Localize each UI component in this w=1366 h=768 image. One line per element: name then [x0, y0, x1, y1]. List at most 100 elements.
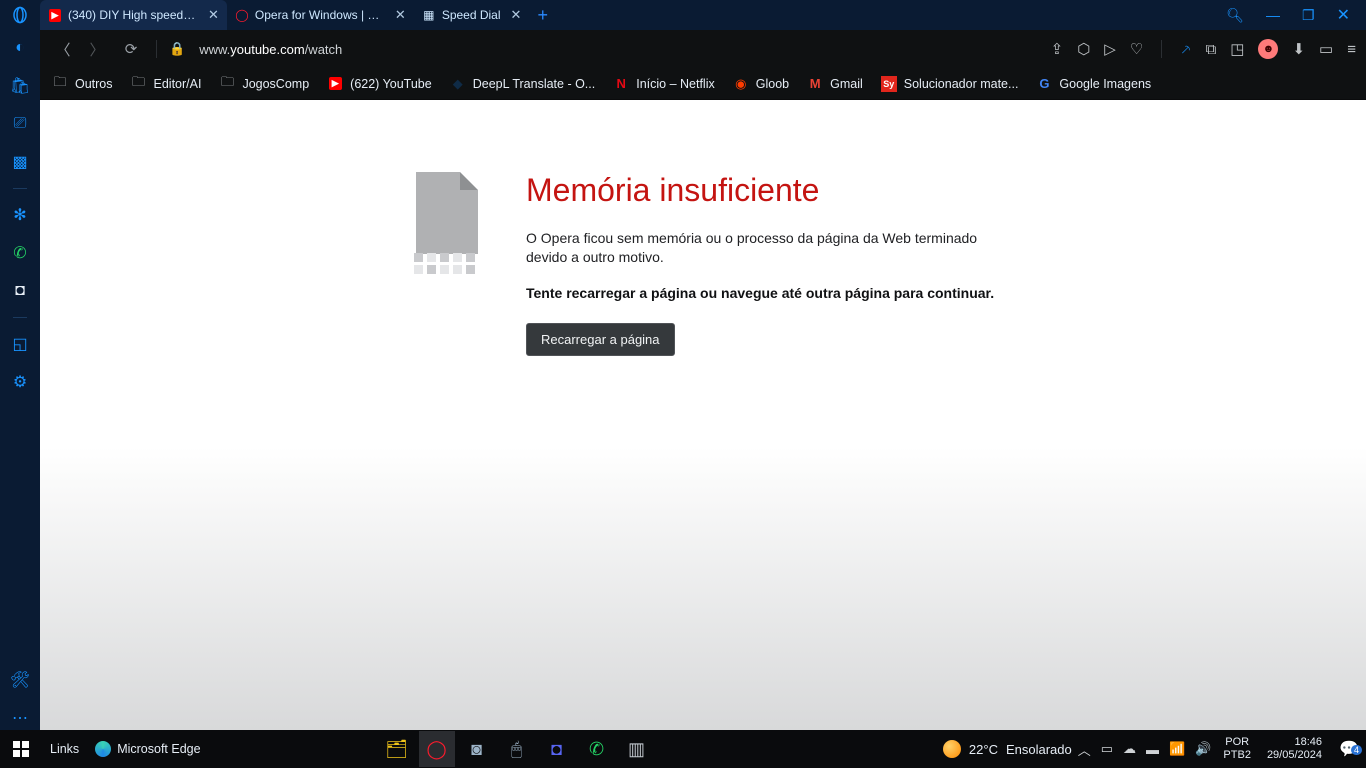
edge-label: Microsoft Edge: [117, 742, 200, 756]
taskbar-links[interactable]: Links: [42, 730, 87, 768]
heart-icon[interactable]: ♡: [1130, 40, 1143, 58]
folder-icon: 🗀: [52, 76, 68, 92]
bookmark-gloob[interactable]: ◉Gloob: [733, 76, 789, 92]
bookmark-label: Outros: [75, 77, 113, 91]
url-prefix: www.: [199, 42, 230, 57]
new-tab-button[interactable]: +: [529, 5, 556, 26]
tab-strip: ▶ (340) DIY High speed elect ✕ ◯ Opera f…: [40, 0, 556, 30]
app-icon[interactable]: ▥: [619, 731, 655, 767]
opera-logo-icon[interactable]: [0, 6, 40, 24]
discord-taskbar-icon[interactable]: ◘: [539, 731, 575, 767]
tray-icon-2[interactable]: ▬: [1146, 742, 1159, 757]
mouse-icon[interactable]: 🖱: [499, 731, 535, 767]
chevron-up-icon[interactable]: ︿: [1078, 740, 1091, 759]
folder-icon: 🗀: [219, 76, 235, 92]
address-bar[interactable]: www.youtube.com/watch: [199, 42, 1042, 57]
send-icon[interactable]: ▷: [1104, 40, 1116, 58]
settings-icon[interactable]: ⚙: [8, 370, 32, 394]
windows-taskbar: Links Microsoft Edge 🗂 ◯ ◙ 🖱 ◘ ✆ ▥ 22°C …: [0, 730, 1366, 768]
error-message: O Opera ficou sem memória ou o processo …: [526, 229, 1006, 267]
deepl-icon: ◆: [450, 76, 466, 92]
bookmark-label: Editor/AI: [154, 77, 202, 91]
toolbar: 〈 〉 ⟳ 🔒 www.youtube.com/watch ⇪ ⬡ ▷ ♡ ⸕ …: [40, 30, 1366, 68]
cube-icon[interactable]: ◱: [8, 332, 32, 356]
menu-icon[interactable]: ≡: [1347, 41, 1356, 58]
bookmark-label: Google Imagens: [1059, 77, 1151, 91]
speed-icon[interactable]: ◐: [8, 36, 32, 60]
whatsapp-icon[interactable]: ✆: [8, 241, 32, 265]
tab-title: (340) DIY High speed elect: [68, 8, 198, 22]
close-icon[interactable]: ✕: [395, 7, 406, 23]
onedrive-icon[interactable]: ☁: [1123, 741, 1136, 757]
bookmark-label: Gmail: [830, 77, 863, 91]
forward-button[interactable]: 〉: [84, 36, 110, 62]
maximize-icon[interactable]: ❐: [1302, 7, 1315, 24]
shop-icon[interactable]: 🛍: [8, 74, 32, 98]
weather-widget[interactable]: 22°C Ensolarado: [943, 740, 1072, 758]
pip-icon[interactable]: ⧉: [1206, 41, 1217, 58]
volume-icon[interactable]: 🔊: [1195, 741, 1211, 757]
youtube-icon: ▶: [327, 76, 343, 92]
opera-taskbar-icon[interactable]: ◯: [419, 731, 455, 767]
system-tray[interactable]: ︿ ▭ ☁ ▬ 📶 🔊: [1072, 740, 1218, 759]
twitch-icon[interactable]: ⎚: [8, 112, 32, 136]
bookmark-editor-ai[interactable]: 🗀Editor/AI: [131, 76, 202, 92]
tab-2[interactable]: ◯ Opera for Windows | Opera ✕: [227, 0, 414, 30]
lock-icon[interactable]: 🔒: [169, 41, 185, 57]
tab-title: Opera for Windows | Opera: [255, 8, 385, 22]
bookmark-label: Início – Netflix: [636, 77, 715, 91]
edge-icon: [95, 741, 111, 757]
chip-icon[interactable]: ▩: [8, 150, 32, 174]
avatar[interactable]: ☻: [1258, 39, 1278, 59]
close-icon[interactable]: ✕: [208, 7, 219, 23]
search-icon[interactable]: 🔍︎: [1226, 7, 1244, 24]
taskbar-apps: 🗂 ◯ ◙ 🖱 ◘ ✆ ▥: [379, 731, 655, 767]
netflix-icon: N: [613, 76, 629, 92]
battery-icon[interactable]: ▭: [1319, 40, 1333, 58]
wifi-icon[interactable]: 📶: [1169, 741, 1185, 757]
bookmark-google-imagens[interactable]: GGoogle Imagens: [1036, 76, 1151, 92]
error-title: Memória insuficiente: [526, 172, 1006, 209]
bookmark-jogoscomp[interactable]: 🗀 JogosComp: [219, 76, 309, 92]
back-button[interactable]: 〈: [50, 36, 76, 62]
taskbar-edge[interactable]: Microsoft Edge: [87, 730, 208, 768]
notifications-button[interactable]: 💬 4: [1332, 739, 1366, 759]
tools-icon[interactable]: 🛠: [8, 668, 32, 692]
error-hint: Tente recarregar a página ou navegue até…: [526, 285, 1006, 301]
close-window-icon[interactable]: ✕: [1337, 5, 1350, 25]
tab-1[interactable]: ▶ (340) DIY High speed elect ✕: [40, 0, 227, 30]
bookmark-netflix[interactable]: N Início – Netflix: [613, 76, 715, 92]
window-controls: 🔍︎ — ❐ ✕: [1210, 5, 1366, 25]
share-icon[interactable]: ⇪: [1051, 40, 1064, 58]
explorer-icon[interactable]: 🗂: [379, 731, 415, 767]
start-button[interactable]: [0, 741, 42, 757]
bookmark-outros[interactable]: 🗀 Outros: [52, 76, 113, 92]
bookmark-label: Solucionador mate...: [904, 77, 1019, 91]
cast-icon[interactable]: ⸕: [1180, 39, 1191, 59]
ai-icon[interactable]: ✻: [8, 203, 32, 227]
language-indicator[interactable]: POR PTB2: [1217, 736, 1257, 761]
shield-icon[interactable]: ⬡: [1077, 40, 1090, 58]
clock[interactable]: 18:46 29/05/2024: [1257, 736, 1332, 761]
steam-icon[interactable]: ◙: [459, 731, 495, 767]
bookmark-gmail[interactable]: M Gmail: [807, 76, 863, 92]
bookmark-label: JogosComp: [242, 77, 309, 91]
bookmark-solucionador[interactable]: Sy Solucionador mate...: [881, 76, 1019, 92]
whatsapp-taskbar-icon[interactable]: ✆: [579, 731, 615, 767]
bookmark-deepl[interactable]: ◆DeepL Translate - O...: [450, 76, 596, 92]
tab-title: Speed Dial: [442, 8, 501, 22]
bookmark-youtube[interactable]: ▶(622) YouTube: [327, 76, 432, 92]
close-icon[interactable]: ✕: [511, 7, 522, 23]
download-icon[interactable]: ⬇: [1292, 40, 1305, 58]
sy-icon: Sy: [881, 76, 897, 92]
cube2-icon[interactable]: ◳: [1230, 40, 1244, 58]
reload-button[interactable]: ⟳: [118, 36, 144, 62]
gloob-icon: ◉: [733, 76, 749, 92]
minimize-icon[interactable]: —: [1266, 7, 1280, 23]
more-icon[interactable]: ⋯: [8, 706, 32, 730]
tab-3[interactable]: ▦ Speed Dial ✕: [414, 0, 530, 30]
tray-icon[interactable]: ▭: [1101, 741, 1113, 757]
discord-icon[interactable]: ◘: [8, 279, 32, 303]
gmail-icon: M: [807, 76, 823, 92]
reload-page-button[interactable]: Recarregar a página: [526, 323, 675, 356]
